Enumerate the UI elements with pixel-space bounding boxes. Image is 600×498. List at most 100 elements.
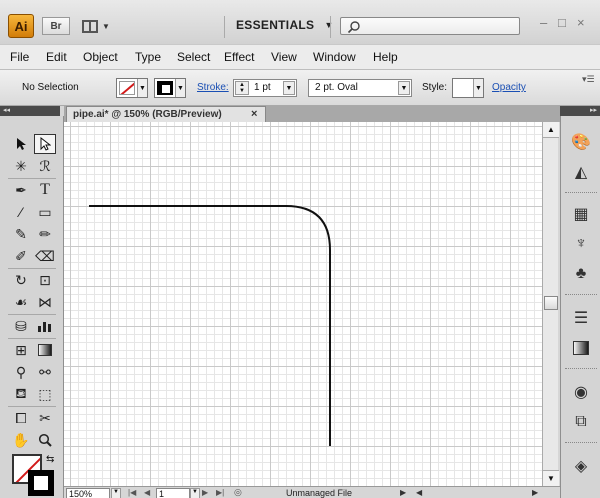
chevron-down-icon: ▼ (175, 79, 185, 97)
color-panel-icon[interactable]: 🎨 (567, 130, 595, 154)
selection-tool-icon[interactable] (10, 134, 32, 154)
graphic-styles-panel-icon[interactable]: ⧉ (567, 410, 595, 434)
slice-tool-icon[interactable]: ✂ (34, 408, 56, 428)
stroke-panel-link[interactable]: Stroke: (197, 82, 229, 93)
mesh-tool-icon[interactable]: ⊞ (10, 340, 32, 360)
appearance-panel-icon[interactable]: ◉ (567, 380, 595, 404)
artboard-tool-icon[interactable]: ⧠ (10, 408, 32, 428)
minimize-button[interactable]: – (540, 15, 547, 30)
zoom-tool-icon[interactable] (34, 430, 56, 450)
rotate-tool-icon[interactable]: ↻ (10, 270, 32, 290)
arrange-documents-button[interactable]: ▼ (82, 17, 118, 35)
blob-brush-tool-icon[interactable]: ✐ (10, 246, 32, 266)
scroll-down-button[interactable]: ▼ (543, 470, 559, 486)
chevron-down-icon[interactable]: ▼ (190, 488, 200, 498)
menu-edit[interactable]: Edit (46, 50, 67, 64)
gradient-panel-icon[interactable] (567, 336, 595, 360)
scale-tool-icon[interactable]: ⊡ (34, 270, 56, 290)
chevron-down-icon: ▼ (473, 79, 483, 97)
magic-wand-tool-icon[interactable]: ✳ (10, 156, 32, 176)
document-tab-title: pipe.ai* @ 150% (RGB/Preview) (73, 109, 222, 120)
symbols-panel-icon[interactable]: ♣ (567, 262, 595, 286)
zoom-level-field[interactable]: 150% (66, 488, 110, 498)
search-icon (347, 21, 360, 34)
file-status-text: Unmanaged File (286, 488, 353, 498)
workspace-switcher[interactable]: ESSENTIALS ▼ (236, 18, 334, 32)
gradient-tool-icon[interactable] (34, 340, 56, 360)
pen-tool-icon[interactable]: ✒ (10, 180, 32, 200)
dock-divider (565, 192, 597, 194)
menu-view[interactable]: View (271, 50, 297, 64)
warp-tool-icon[interactable]: ☙ (10, 292, 32, 312)
close-tab-button[interactable]: × (251, 107, 257, 122)
brush-definition-dropdown[interactable]: 2 pt. Oval ▼ (308, 79, 412, 97)
eyedropper-tool-icon[interactable]: ⚲ (10, 362, 32, 382)
stroke-color-swatch[interactable]: ▼ (154, 78, 186, 98)
opacity-panel-link[interactable]: Opacity (492, 82, 526, 93)
graphic-style-swatch[interactable]: ▼ (452, 78, 484, 98)
go-to-bridge-button[interactable]: Br (42, 17, 70, 35)
pencil-tool-icon[interactable]: ✏ (34, 224, 56, 244)
chevron-down-icon[interactable]: ▼ (283, 81, 295, 95)
next-artboard-icon[interactable]: ▶ (202, 488, 208, 497)
color-guide-panel-icon[interactable]: ◭ (567, 160, 595, 184)
chevron-down-icon: ▼ (398, 81, 410, 95)
selection-status: No Selection (22, 82, 79, 93)
appbar-divider (330, 16, 331, 38)
stroke-weight-stepper[interactable]: ▲ ▼ (235, 81, 249, 95)
blend-tool-icon[interactable]: ⚯ (34, 362, 56, 382)
close-window-button[interactable]: × (577, 15, 585, 30)
scroll-left-button[interactable]: ◀ (416, 488, 422, 497)
maximize-button[interactable]: □ (558, 15, 566, 30)
panel-menu-icon[interactable]: ▾☰ (582, 74, 595, 85)
tools-panel-collapse[interactable]: ◂◂ (0, 106, 60, 116)
status-menu-icon[interactable]: ▶ (400, 488, 406, 497)
first-artboard-icon[interactable]: |◀ (128, 488, 136, 497)
application-bar: Ai Br ▼ ESSENTIALS ▼ – □ × (0, 0, 600, 44)
stroke-weight-field[interactable]: ▲ ▼ 1 pt ▼ (233, 79, 297, 97)
menu-effect[interactable]: Effect (224, 50, 254, 64)
brushes-panel-icon[interactable]: ♆ (567, 232, 595, 256)
stroke-proxy-swatch[interactable] (28, 470, 54, 496)
artboard-number-field[interactable]: 1 (156, 488, 190, 498)
column-graph-tool-icon[interactable] (34, 316, 56, 336)
rectangle-tool-icon[interactable]: ▭ (34, 202, 56, 222)
type-tool-icon[interactable]: T (34, 180, 56, 200)
scroll-up-button[interactable]: ▲ (543, 122, 559, 138)
swatches-panel-icon[interactable]: ▦ (567, 202, 595, 226)
previous-artboard-icon[interactable]: ◀ (144, 488, 150, 497)
menu-select[interactable]: Select (177, 50, 210, 64)
stroke-panel-icon[interactable]: ☰ (567, 306, 595, 330)
layers-panel-icon[interactable]: ◈ (567, 454, 595, 478)
vertical-scrollbar[interactable]: ▲ ▼ (542, 122, 559, 486)
menu-type[interactable]: Type (135, 50, 161, 64)
menu-window[interactable]: Window (313, 50, 356, 64)
pipe-path[interactable] (64, 122, 542, 486)
live-paint-bucket-tool-icon[interactable]: ⛾ (10, 384, 32, 404)
menu-help[interactable]: Help (373, 50, 398, 64)
free-transform-tool-icon[interactable]: ⋈ (34, 292, 56, 312)
direct-selection-tool-icon[interactable] (34, 134, 56, 154)
vertical-scroll-thumb[interactable] (544, 296, 558, 310)
swap-fill-stroke-icon[interactable]: ⇆ (46, 454, 54, 465)
menu-object[interactable]: Object (83, 50, 118, 64)
eraser-tool-icon[interactable]: ⌫ (34, 246, 56, 266)
line-segment-tool-icon[interactable]: ⁄ (10, 202, 32, 222)
paintbrush-tool-icon[interactable]: ✎ (10, 224, 32, 244)
version-cue-icon[interactable]: ◎ (234, 487, 242, 498)
scroll-right-button[interactable]: ▶ (532, 488, 538, 497)
dock-panel-collapse[interactable]: ▸▸ (560, 106, 600, 116)
artboard-canvas[interactable] (64, 122, 542, 486)
fill-color-swatch[interactable]: ▼ (116, 78, 148, 98)
menu-file[interactable]: File (10, 50, 29, 64)
stroke-black-icon (157, 81, 173, 95)
tools-divider (8, 314, 56, 315)
symbol-sprayer-tool-icon[interactable]: ⛁ (10, 316, 32, 336)
lasso-tool-icon[interactable]: ℛ (34, 156, 56, 176)
hand-tool-icon[interactable]: ✋ (10, 430, 32, 450)
chevron-down-icon[interactable]: ▼ (111, 488, 121, 498)
live-paint-selection-tool-icon[interactable]: ⬚ (34, 384, 56, 404)
document-tab[interactable]: pipe.ai* @ 150% (RGB/Preview) × (66, 106, 266, 122)
search-input[interactable] (340, 17, 520, 35)
last-artboard-icon[interactable]: ▶| (216, 488, 224, 497)
